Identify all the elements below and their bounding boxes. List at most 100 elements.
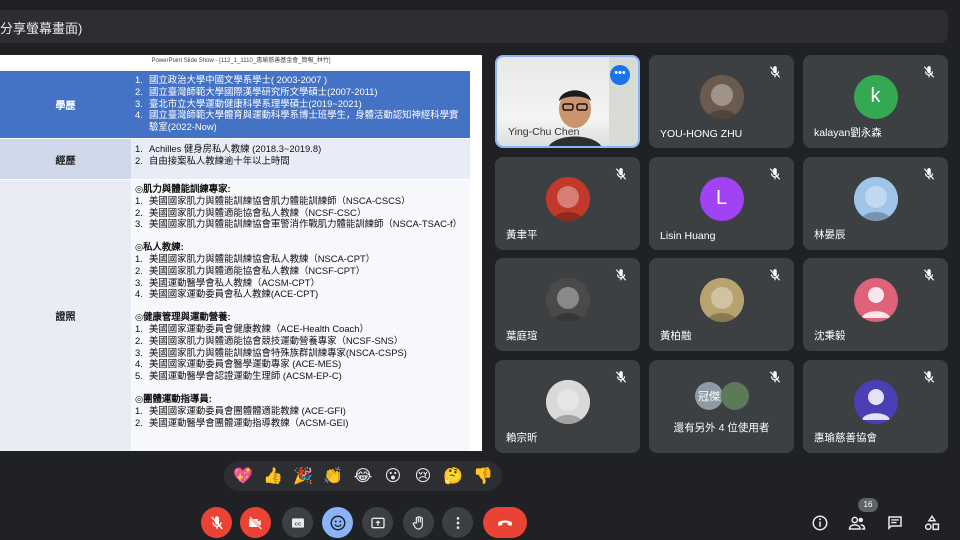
- reaction-emoji-button[interactable]: 👍: [260, 466, 286, 486]
- participant-tile[interactable]: 葉庭瑄: [495, 258, 640, 351]
- participant-tile[interactable]: 沈秉毅: [803, 258, 948, 351]
- more-options-icon[interactable]: •••: [610, 65, 630, 85]
- item-number: 4.: [135, 109, 143, 121]
- item-number: 1.: [135, 404, 143, 416]
- item-text: 美國國家運動委員會私人教練(ACE-CPT): [149, 288, 319, 300]
- certification-label: 證照: [55, 312, 76, 323]
- participant-name: 還有另外 4 位使用者: [673, 422, 770, 434]
- education-list: 1. 國立政治大學中國文學系學士( 2003-2007 ) 2. 國立臺灣師範大學國際…: [131, 71, 470, 138]
- more-vert-icon: [456, 516, 459, 529]
- avatar: L: [699, 176, 744, 221]
- presentation-title: 分享螢幕畫面): [0, 21, 83, 36]
- section-title: ◎健康管理與運動營養:: [135, 311, 231, 323]
- present-now-button[interactable]: [362, 507, 393, 538]
- education-label: 學歷: [55, 101, 76, 112]
- item-number: 4.: [135, 288, 143, 300]
- participant-name: Ying-Chu Chen: [508, 126, 580, 138]
- chat-button[interactable]: [883, 511, 907, 535]
- item-number: 1.: [135, 143, 143, 154]
- microphone-toggle-button[interactable]: [201, 507, 232, 538]
- avatar: 冠傑: [695, 382, 723, 410]
- participant-tile[interactable]: 林晏辰: [803, 157, 948, 250]
- item-number: 3.: [135, 218, 143, 230]
- present-screen-icon: [370, 517, 385, 528]
- people-button[interactable]: [845, 511, 869, 535]
- participant-tile[interactable]: L Lisin Huang: [649, 157, 794, 250]
- mic-off-icon: [210, 515, 223, 529]
- list-item: 4. 國立臺灣師範大學體育與運動科學系博士班學生，身體活動認知神經科學實: [135, 109, 466, 121]
- reaction-emoji-button[interactable]: 🤔: [440, 466, 466, 486]
- item-number: 2.: [135, 206, 143, 218]
- item-text: 美國運動醫學會團體運動指導教練（ACSM-GEI): [149, 416, 349, 428]
- participant-tile[interactable]: YOU-HONG ZHU: [649, 55, 794, 148]
- leave-call-button[interactable]: [483, 507, 527, 538]
- meeting-details-button[interactable]: [808, 511, 832, 535]
- slide-window-title: PowerPoint Slide Show - [112_1_1110_惠瑜慈善…: [0, 55, 482, 67]
- participant-tile[interactable]: 黃聿平: [495, 157, 640, 250]
- mic-off-icon: [922, 268, 938, 284]
- certification-row: 證照 ◎肌力與體能訓練專家: 1. 美國國家肌力與體能訓練協會肌力體能訓練師（NSC…: [0, 180, 470, 451]
- mic-off-icon: [922, 65, 938, 81]
- list-item: 3. 美國國家肌力與體能訓練協會特殊族群訓練專家(NSCA-CSPS): [135, 347, 466, 359]
- item-number: 2.: [135, 334, 143, 346]
- list-item: 1. 美國國家運動委員會團體體適能教練 (ACE-GFI): [135, 405, 466, 417]
- participant-tile[interactable]: k kalayan劉永森: [803, 55, 948, 148]
- list-item: 2. 自由接案私人教練逾十年以上時間: [135, 155, 466, 167]
- participant-tile[interactable]: 賴宗昕: [495, 360, 640, 453]
- participant-tile[interactable]: 黃柏融: [649, 258, 794, 351]
- item-number: 4.: [135, 358, 143, 370]
- mic-off-icon: [614, 268, 630, 284]
- activities-button[interactable]: [920, 511, 944, 535]
- hang-up-icon: [498, 520, 512, 526]
- participant-name: 林晏辰: [814, 229, 846, 241]
- list-item: 3. 美國運動醫學會私人教練（ACSM-CPT）: [135, 277, 466, 289]
- list-item: 3. 美國國家肌力與體能訓練協會軍警消作戰肌力體能訓練師（NSCA-TSAC-f）: [135, 218, 466, 230]
- item-number: 3.: [135, 97, 143, 109]
- hand-icon: [412, 515, 423, 530]
- more-options-button[interactable]: [442, 507, 473, 538]
- mic-off-icon: [614, 370, 630, 386]
- chat-icon: [888, 516, 902, 531]
- reaction-emoji-button[interactable]: 👏: [320, 466, 346, 486]
- raise-hand-button[interactable]: [403, 507, 434, 538]
- item-text: 臺北市立大學運動健康科學系理學碩士(2019~2021): [149, 97, 362, 109]
- item-number: 2.: [135, 416, 143, 428]
- reaction-emoji-button[interactable]: 😂: [350, 466, 376, 486]
- participant-tile[interactable]: 冠傑還有另外 4 位使用者: [649, 360, 794, 453]
- item-text: 美國國家肌力與體適能協會私人教練（NCSF-CPT）: [149, 264, 366, 276]
- mic-off-icon: [614, 167, 630, 183]
- avatar: [699, 74, 744, 119]
- slide-table: 學歷 1. 國立政治大學中國文學系學士( 2003-2007 ) 2. 國立臺灣師範大…: [0, 67, 470, 451]
- item-text: 美國國家運動委員會團體體適能教練 (ACE-GFI): [149, 404, 346, 416]
- participant-name: kalayan劉永森: [814, 127, 882, 139]
- participant-name: YOU-HONG ZHU: [660, 128, 743, 140]
- reaction-emoji-button[interactable]: 😮: [380, 466, 406, 486]
- list-item: 2. 國立臺灣師範大學國際漢學研究所文學碩士(2007-2011): [135, 86, 466, 98]
- reaction-emoji-button[interactable]: 🎉: [290, 466, 316, 486]
- item-text: 自由接案私人教練逾十年以上時間: [149, 154, 290, 166]
- item-text: 美國運動醫學會認證運動生理師 (ACSM-EP-C): [149, 370, 342, 382]
- list-item: 驗室(2022-Now): [135, 121, 466, 133]
- experience-row: 經歷 1. Achilles 健身房私人教練 (2018.3~2019.8) 2. 自…: [0, 139, 470, 179]
- participant-tile[interactable]: ••• Ying-Chu Chen: [495, 55, 640, 148]
- reactions-button[interactable]: [322, 507, 353, 538]
- camera-toggle-button[interactable]: [240, 507, 271, 538]
- participant-name: 黃聿平: [506, 229, 538, 241]
- item-text: 美國國家肌力與體適能協會私人教練（NCSF-CSC）: [149, 206, 367, 218]
- captions-button[interactable]: CC: [282, 507, 313, 538]
- avatar: k: [853, 74, 898, 119]
- reaction-emoji-button[interactable]: 💖: [230, 466, 256, 486]
- participant-name: 葉庭瑄: [506, 330, 538, 342]
- reaction-emoji-button[interactable]: 👎: [470, 466, 496, 486]
- reaction-emoji-button[interactable]: 😢: [410, 466, 436, 486]
- list-item: 2. 美國國家肌力與體適能協會私人教練（NCSF-CPT）: [135, 265, 466, 277]
- list-item: 2. 美國國家肌力與體適能協會競技運動營養專家（NCSF-SNS）: [135, 335, 466, 347]
- people-icon: [848, 516, 866, 530]
- mic-off-icon: [922, 370, 938, 386]
- item-text: 國立臺灣師範大學國際漢學研究所文學碩士(2007-2011): [149, 85, 378, 97]
- item-text: 美國國家運動委員會醫學運動專家 (ACE-MES): [149, 358, 342, 370]
- experience-label: 經歷: [55, 155, 76, 167]
- participant-tile[interactable]: 惠瑜慈善協會: [803, 360, 948, 453]
- item-text: 美國國家肌力與體適能協會競技運動營養專家（NCSF-SNS）: [149, 334, 404, 346]
